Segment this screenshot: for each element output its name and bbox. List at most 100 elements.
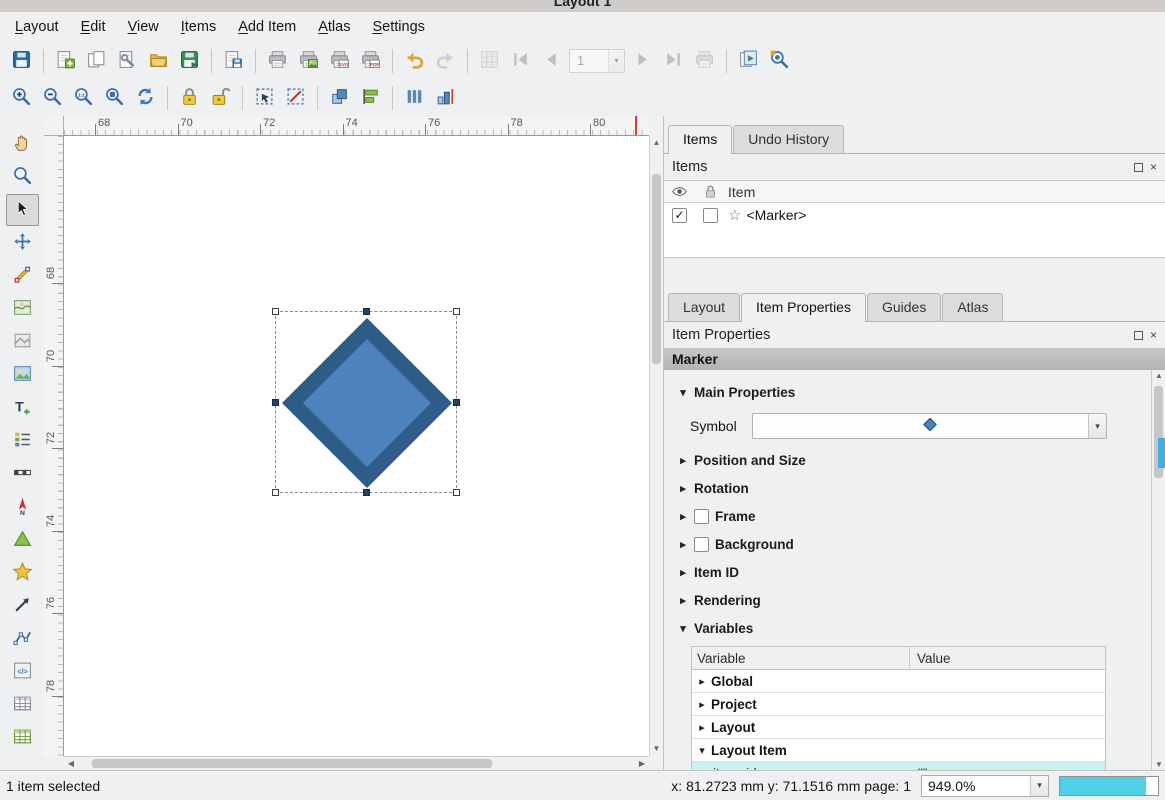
resize-handle-ne[interactable] — [453, 308, 460, 315]
scroll-down-icon[interactable]: ▼ — [650, 742, 664, 756]
add-attribute-table-button[interactable] — [6, 689, 39, 721]
edit-nodes-item-button[interactable] — [6, 260, 39, 292]
add-node-item-button[interactable] — [6, 623, 39, 655]
section-checkbox[interactable] — [694, 509, 709, 524]
section-frame[interactable]: ▸Frame — [664, 502, 1149, 530]
new-layout-button[interactable] — [51, 46, 80, 75]
resize-handle-s[interactable] — [363, 489, 370, 496]
layout-manager-button[interactable] — [113, 46, 142, 75]
add-picture-button[interactable] — [6, 359, 39, 391]
add-map-button[interactable] — [6, 293, 39, 325]
close-panel-icon[interactable]: × — [1150, 161, 1157, 173]
resize-handle-n[interactable] — [363, 308, 370, 315]
zoom-in-button[interactable] — [7, 83, 36, 112]
section-position-and-size[interactable]: ▸Position and Size — [664, 446, 1149, 474]
add-label-button[interactable]: T — [6, 392, 39, 424]
resize-handle-nw[interactable] — [272, 308, 279, 315]
scroll-left-icon[interactable]: ◀ — [64, 757, 78, 771]
properties-scrollbar[interactable]: ▲ ▼ — [1151, 370, 1165, 770]
tab-item-properties[interactable]: Item Properties — [741, 293, 866, 322]
variable-row-layout-item[interactable]: ▾Layout Item — [692, 739, 1105, 762]
add-html-button[interactable]: </> — [6, 656, 39, 688]
select-all-button[interactable] — [250, 83, 279, 112]
float-panel-icon[interactable] — [1134, 331, 1143, 340]
save-as-template-button[interactable] — [219, 46, 248, 75]
zoom-tool-button[interactable] — [6, 161, 39, 193]
zoom-level-combobox[interactable]: 949.0% ▾ — [921, 775, 1049, 797]
add-shape-button[interactable] — [6, 524, 39, 556]
section-main-properties[interactable]: ▾Main Properties — [664, 378, 1149, 406]
deselect-all-button[interactable] — [281, 83, 310, 112]
resize-handle-se[interactable] — [453, 489, 460, 496]
align-items-button[interactable] — [356, 83, 385, 112]
scroll-down-icon[interactable]: ▼ — [1152, 760, 1165, 769]
open-layout-button[interactable] — [144, 46, 173, 75]
marker-item[interactable] — [276, 312, 458, 494]
export-svg-button[interactable]: SVG — [325, 46, 354, 75]
select-move-item-button[interactable] — [6, 194, 39, 226]
layout-canvas[interactable] — [64, 136, 649, 756]
add-scalebar-button[interactable] — [6, 458, 39, 490]
tab-layout[interactable]: Layout — [668, 293, 740, 321]
resize-handle-w[interactable] — [272, 399, 279, 406]
selection-box[interactable] — [275, 311, 457, 493]
refresh-button[interactable] — [131, 83, 160, 112]
vertical-scroll-thumb[interactable] — [652, 174, 661, 364]
tab-items[interactable]: Items — [668, 125, 732, 154]
add-3d-map-button[interactable] — [6, 326, 39, 358]
scroll-up-icon[interactable]: ▲ — [1152, 371, 1165, 380]
chevron-down-icon[interactable]: ▾ — [1088, 414, 1106, 438]
menu-layout[interactable]: Layout — [4, 14, 70, 40]
print-button[interactable] — [263, 46, 292, 75]
unlock-items-button[interactable] — [206, 83, 235, 112]
export-atlas-button[interactable] — [734, 46, 763, 75]
horizontal-scroll-thumb[interactable] — [92, 759, 492, 768]
section-background[interactable]: ▸Background — [664, 530, 1149, 558]
export-pdf-button[interactable]: PDF — [356, 46, 385, 75]
add-fixed-table-button[interactable] — [6, 722, 39, 754]
raise-items-button[interactable] — [325, 83, 354, 112]
variable-row-item_id[interactable]: item_id"" — [692, 762, 1105, 770]
lock-items-button[interactable] — [175, 83, 204, 112]
menu-items[interactable]: Items — [170, 14, 227, 40]
zoom-out-button[interactable] — [38, 83, 67, 112]
tab-guides[interactable]: Guides — [867, 293, 941, 321]
scroll-right-icon[interactable]: ▶ — [635, 757, 649, 771]
scroll-up-icon[interactable]: ▲ — [650, 136, 664, 150]
section-checkbox[interactable] — [694, 537, 709, 552]
close-panel-icon[interactable]: × — [1150, 329, 1157, 341]
dock-resize-handle[interactable] — [1158, 438, 1165, 468]
visibility-checkbox[interactable]: ✓ — [672, 208, 687, 223]
resize-handle-sw[interactable] — [272, 489, 279, 496]
zoom-full-button[interactable] — [100, 83, 129, 112]
tab-atlas[interactable]: Atlas — [942, 293, 1003, 321]
section-variables[interactable]: ▾Variables — [664, 614, 1149, 642]
menu-view[interactable]: View — [117, 14, 170, 40]
save-layout-button[interactable] — [7, 46, 36, 75]
duplicate-layout-button[interactable] — [82, 46, 111, 75]
variable-row-project[interactable]: ▸Project — [692, 693, 1105, 716]
lock-checkbox[interactable] — [703, 208, 718, 223]
tab-undo-history[interactable]: Undo History — [733, 125, 844, 153]
menu-settings[interactable]: Settings — [361, 14, 435, 40]
add-marker-button[interactable] — [6, 557, 39, 589]
zoom-actual-button[interactable]: 1:1 — [69, 83, 98, 112]
menu-edit[interactable]: Edit — [70, 14, 117, 40]
variable-row-layout[interactable]: ▸Layout — [692, 716, 1105, 739]
section-rendering[interactable]: ▸Rendering — [664, 586, 1149, 614]
save-as-button[interactable] — [175, 46, 204, 75]
add-north-arrow-button[interactable]: N — [6, 491, 39, 523]
variable-row-global[interactable]: ▸Global — [692, 670, 1105, 693]
pan-button[interactable] — [6, 128, 39, 160]
menu-add-item[interactable]: Add Item — [227, 14, 307, 40]
items-list-row[interactable]: ✓☆<Marker> — [664, 203, 1165, 227]
symbol-button[interactable]: ▾ — [752, 413, 1107, 439]
menu-atlas[interactable]: Atlas — [307, 14, 361, 40]
export-image-button[interactable] — [294, 46, 323, 75]
section-rotation[interactable]: ▸Rotation — [664, 474, 1149, 502]
move-item-content-button[interactable] — [6, 227, 39, 259]
resize-handle-e[interactable] — [453, 399, 460, 406]
resize-items-button[interactable] — [431, 83, 460, 112]
section-item-id[interactable]: ▸Item ID — [664, 558, 1149, 586]
chevron-down-icon[interactable]: ▾ — [1030, 776, 1048, 796]
